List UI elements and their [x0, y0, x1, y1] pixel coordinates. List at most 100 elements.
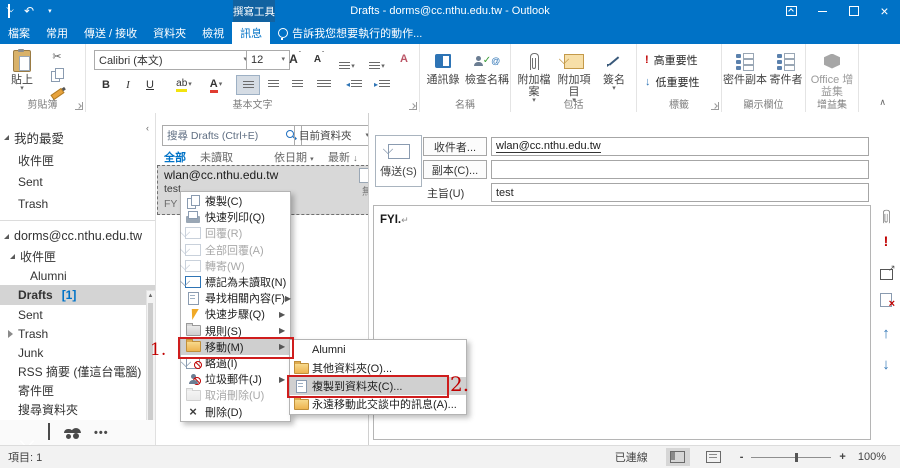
- subject-field[interactable]: test: [491, 183, 869, 202]
- normal-view-button[interactable]: [666, 448, 690, 466]
- high-importance-button[interactable]: ! 高重要性: [645, 52, 698, 68]
- tab-message[interactable]: 訊息: [232, 22, 270, 44]
- account-header[interactable]: dorms@cc.nthu.edu.tw: [0, 225, 155, 247]
- ribbon-display-options-button[interactable]: [776, 0, 807, 22]
- font-name-select[interactable]: Calibri (本文)▾: [94, 50, 252, 70]
- attach-shortcut-icon[interactable]: [874, 208, 898, 225]
- italic-button[interactable]: I: [118, 76, 138, 94]
- signature-button[interactable]: 簽名▾: [595, 46, 633, 92]
- tags-dialog-launcher[interactable]: [711, 102, 719, 110]
- maximize-button[interactable]: [838, 0, 869, 22]
- numbering-button[interactable]: ▾: [364, 52, 390, 70]
- sidebar-item-sent[interactable]: Sent: [0, 305, 155, 324]
- tab-home[interactable]: 常用: [38, 22, 76, 44]
- sidebar-item-alumni[interactable]: Alumni: [0, 266, 155, 285]
- grow-font-button[interactable]: Aˆ: [284, 50, 306, 68]
- sort-by-date[interactable]: 依日期 ▾: [274, 149, 314, 165]
- tab-file[interactable]: 檔案: [0, 22, 38, 44]
- tab-send-receive[interactable]: 傳送 / 接收: [76, 22, 145, 44]
- minimize-button[interactable]: [807, 0, 838, 22]
- menu-item-quick-steps[interactable]: 快速步驟(Q)▶: [181, 306, 290, 322]
- sidebar-item-fav-sent[interactable]: Sent: [0, 171, 155, 193]
- expand-icon[interactable]: [10, 254, 15, 259]
- filter-all[interactable]: 全部: [164, 149, 186, 165]
- favorites-header[interactable]: 我的最愛: [0, 125, 155, 149]
- next-item-icon[interactable]: ↓: [874, 356, 898, 373]
- highlight-button[interactable]: ab▾: [170, 76, 198, 94]
- collapse-ribbon-icon[interactable]: ∧: [879, 97, 886, 108]
- previous-item-icon[interactable]: ↑: [874, 325, 898, 342]
- tab-view[interactable]: 檢視: [194, 22, 232, 44]
- cut-icon[interactable]: ✂: [48, 48, 66, 64]
- send-button[interactable]: 傳送(S): [375, 135, 422, 187]
- align-left-button[interactable]: [236, 75, 260, 95]
- sort-newest[interactable]: 最新 ↓: [328, 149, 358, 165]
- sidebar-item-inbox[interactable]: 收件匣: [0, 247, 155, 266]
- to-field[interactable]: wlan@cc.nthu.edu.tw: [491, 137, 869, 156]
- office-addins-button[interactable]: Office 增益集: [808, 46, 856, 98]
- sidebar-item-fav-inbox[interactable]: 收件匣: [0, 149, 155, 171]
- check-names-button[interactable]: ✓@ 檢查名稱: [464, 46, 510, 86]
- zoom-level[interactable]: 100%: [858, 451, 886, 463]
- menu-item-delete[interactable]: ×刪除(D): [181, 403, 290, 419]
- sidebar-item-drafts[interactable]: Drafts[1]: [0, 285, 155, 305]
- paste-button[interactable]: 貼上▾: [4, 46, 40, 92]
- more-nav-icon[interactable]: •••: [94, 427, 109, 439]
- expand-icon[interactable]: [4, 135, 9, 140]
- sidebar-item-junk[interactable]: Junk: [0, 343, 155, 362]
- distributed-button[interactable]: [312, 75, 336, 93]
- menu-item-find-related[interactable]: 尋找相關內容(F)▶: [181, 290, 290, 306]
- shrink-font-button[interactable]: Aˇ: [308, 50, 330, 68]
- discard-icon[interactable]: [874, 293, 898, 307]
- decrease-indent-button[interactable]: ◂: [342, 75, 366, 93]
- zoom-slider-thumb[interactable]: [795, 453, 798, 462]
- sidebar-item-search-folders[interactable]: 搜尋資料夾: [0, 400, 155, 419]
- popout-icon[interactable]: [874, 269, 898, 280]
- undo-icon[interactable]: ↶: [24, 5, 34, 17]
- reading-view-button[interactable]: [702, 448, 726, 466]
- tell-me-box[interactable]: 告訴我您想要執行的動作...: [270, 22, 430, 44]
- from-button[interactable]: 寄件者: [768, 46, 804, 86]
- close-button[interactable]: ×: [869, 0, 900, 22]
- menu-item-quick-print[interactable]: 快速列印(Q): [181, 209, 290, 225]
- menu-item-mark-unread[interactable]: 標記為未讀取(N): [181, 274, 290, 290]
- sidebar-item-outbox[interactable]: 寄件匣: [0, 381, 155, 400]
- menu-item-junk[interactable]: 垃圾郵件(J)▶: [181, 371, 290, 387]
- bold-button[interactable]: B: [96, 76, 116, 94]
- collapsed-icon[interactable]: [8, 330, 13, 338]
- cc-button[interactable]: 副本(C)...: [423, 160, 487, 179]
- tab-folder[interactable]: 資料夾: [145, 22, 194, 44]
- increase-indent-button[interactable]: ▸: [370, 75, 394, 93]
- search-scope-dropdown[interactable]: 目前資料夾▾: [294, 125, 374, 146]
- clear-formatting-button[interactable]: A: [394, 50, 414, 68]
- bcc-button[interactable]: 密件副本: [722, 46, 768, 86]
- importance-shortcut-icon[interactable]: !: [874, 233, 898, 249]
- menu-item-copy[interactable]: 複製(C): [181, 193, 290, 209]
- bullets-button[interactable]: ▾: [334, 52, 360, 70]
- underline-button[interactable]: U: [140, 76, 160, 94]
- basic-text-dialog-launcher[interactable]: [409, 102, 417, 110]
- align-center-button[interactable]: [262, 75, 284, 93]
- align-right-button[interactable]: [286, 75, 308, 93]
- zoom-out-button[interactable]: -: [740, 451, 744, 463]
- qat-customize-icon[interactable]: ▾: [48, 7, 52, 15]
- sidebar-item-fav-trash[interactable]: Trash: [0, 193, 155, 215]
- zoom-slider[interactable]: [751, 457, 831, 458]
- submenu-item-alumni[interactable]: Alumni: [290, 341, 466, 359]
- sidebar-item-rss[interactable]: RSS 摘要 (僅這台電腦): [0, 362, 155, 381]
- filter-unread[interactable]: 未讀取: [200, 149, 233, 165]
- send-receive-icon[interactable]: [8, 5, 10, 17]
- zoom-in-button[interactable]: +: [839, 451, 845, 463]
- expand-icon[interactable]: [4, 234, 9, 239]
- copy-icon[interactable]: [48, 66, 66, 82]
- to-button[interactable]: 收件者...: [423, 137, 487, 156]
- scroll-up-icon[interactable]: ▲: [147, 291, 154, 301]
- low-importance-button[interactable]: ↓ 低重要性: [645, 74, 700, 90]
- search-input[interactable]: 搜尋 Drafts (Ctrl+E): [162, 125, 302, 146]
- address-book-button[interactable]: 通訊錄: [422, 46, 464, 86]
- sidebar-item-trash[interactable]: Trash: [0, 324, 155, 343]
- font-color-button[interactable]: A▾: [202, 76, 230, 94]
- cc-field[interactable]: [491, 160, 869, 179]
- calendar-nav-icon[interactable]: [48, 427, 50, 439]
- clipboard-dialog-launcher[interactable]: [75, 102, 83, 110]
